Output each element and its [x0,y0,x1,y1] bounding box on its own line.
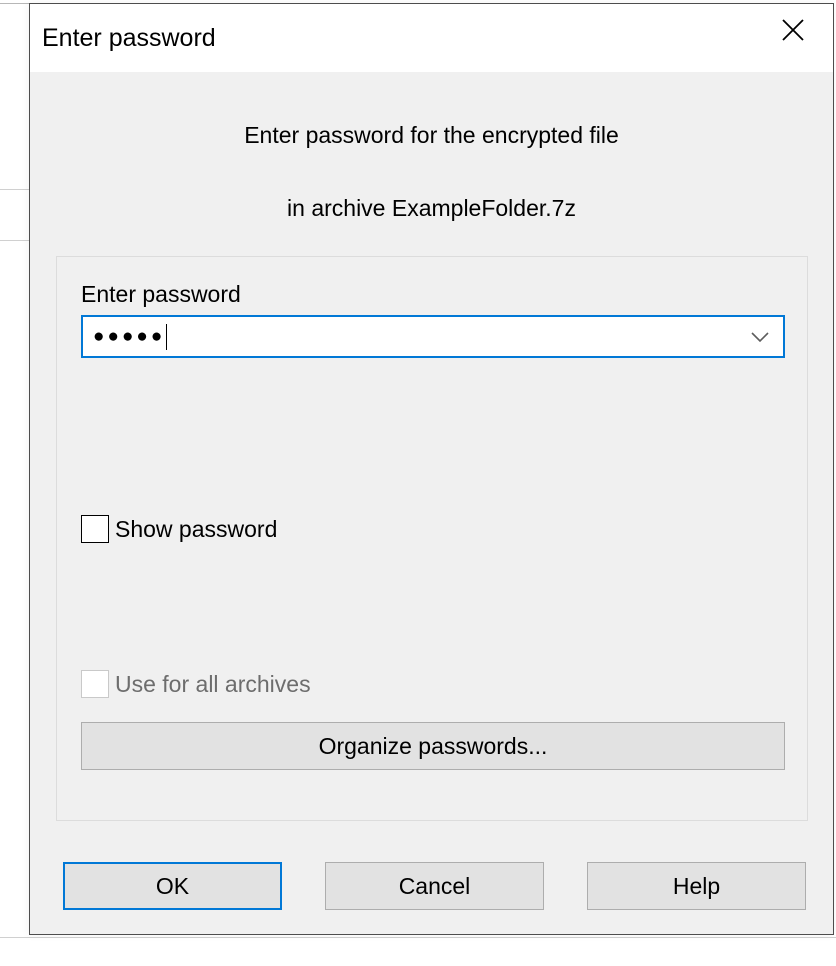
checkbox-label: Show password [115,516,277,543]
password-field-label: Enter password [81,281,241,308]
button-label: OK [156,873,189,900]
close-icon [781,18,805,47]
checkbox-box [81,670,109,698]
prompt-text-line2: in archive ExampleFolder.7z [30,195,833,222]
dialog-body: Enter password for the encrypted file in… [30,72,833,934]
dialog-button-row: OK Cancel Help [30,862,833,910]
button-label: Organize passwords... [319,733,548,760]
password-group: Enter password ●●●●● Show password Use f… [56,256,808,821]
close-button[interactable] [753,4,833,60]
checkbox-label: Use for all archives [115,671,311,698]
background-panel [0,5,30,190]
titlebar: Enter password [30,4,833,72]
text-caret [166,324,167,350]
organize-passwords-button[interactable]: Organize passwords... [81,722,785,770]
checkbox-box [81,515,109,543]
background-panel [0,242,30,842]
cancel-button[interactable]: Cancel [325,862,544,910]
ok-button[interactable]: OK [63,862,282,910]
button-label: Cancel [399,873,471,900]
prompt-text-line1: Enter password for the encrypted file [30,122,833,149]
password-mask: ●●●●● [93,324,167,350]
enter-password-dialog: Enter password Enter password for the en… [29,3,834,935]
dialog-title: Enter password [42,24,216,53]
background-divider [0,937,836,938]
use-for-all-checkbox: Use for all archives [81,670,311,698]
chevron-down-icon[interactable] [751,331,769,343]
help-button[interactable]: Help [587,862,806,910]
background-panel [0,196,30,241]
password-input[interactable]: ●●●●● [81,315,785,358]
button-label: Help [673,873,720,900]
show-password-checkbox[interactable]: Show password [81,515,277,543]
